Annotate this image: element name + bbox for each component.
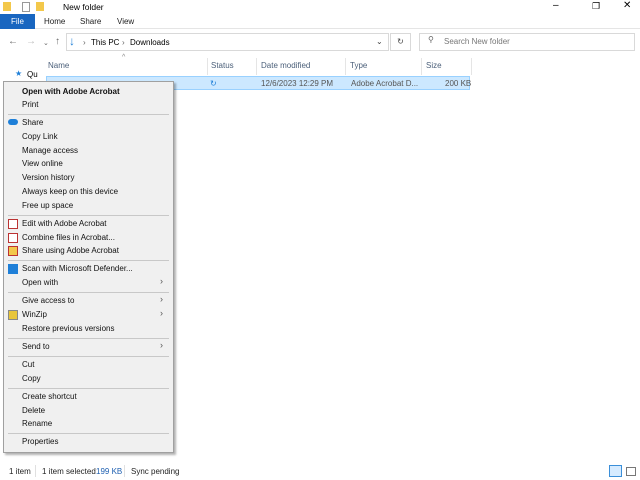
menu-copy[interactable]: Copy <box>22 372 172 385</box>
tab-share[interactable]: Share <box>80 14 101 29</box>
menu-create-shortcut[interactable]: Create shortcut <box>22 390 172 403</box>
chevron-down-icon[interactable]: ⌄ <box>376 37 383 46</box>
refresh-button[interactable]: ↻ <box>390 33 411 51</box>
menu-always-keep[interactable]: Always keep on this device <box>22 185 172 198</box>
chevron-icon: › <box>83 38 86 47</box>
menu-send-to[interactable]: Send to <box>22 340 172 353</box>
menu-scan-defender[interactable]: Scan with Microsoft Defender... <box>22 262 172 275</box>
column-status[interactable]: Status <box>207 58 257 75</box>
file-date: 12/6/2023 12:29 PM <box>261 79 334 88</box>
menu-open-with[interactable]: Open with <box>22 276 172 289</box>
search-input[interactable]: Search New folder <box>419 33 635 51</box>
details-view-button[interactable] <box>609 465 622 477</box>
file-size: 200 KB <box>445 79 472 88</box>
file-type: Adobe Acrobat D... <box>351 79 419 88</box>
breadcrumb-downloads[interactable]: Downloads <box>130 38 170 47</box>
window-title: New folder <box>63 2 104 12</box>
close-button[interactable]: ✕ <box>623 0 631 11</box>
status-sync: Sync pending <box>131 467 180 476</box>
maximize-button[interactable]: ❐ <box>592 1 600 12</box>
onedrive-icon <box>8 119 18 125</box>
column-name[interactable]: Name <box>44 58 208 75</box>
chevron-right-icon: › <box>160 340 163 350</box>
menu-free-up-space[interactable]: Free up space <box>22 199 172 212</box>
tab-file[interactable]: File <box>0 14 35 29</box>
menu-combine-files[interactable]: Combine files in Acrobat... <box>22 231 172 244</box>
new-folder-icon[interactable] <box>36 2 44 11</box>
large-icons-view-button[interactable] <box>626 467 636 476</box>
menu-version-history[interactable]: Version history <box>22 171 172 184</box>
back-button[interactable]: ← <box>8 36 18 47</box>
divider <box>35 465 36 477</box>
menu-restore-previous-versions[interactable]: Restore previous versions <box>22 322 172 335</box>
address-bar[interactable]: ↓ › This PC › Downloads ⌄ <box>66 33 389 51</box>
up-button[interactable]: ↑ <box>55 36 60 47</box>
status-selected: 1 item selected <box>42 467 96 476</box>
status-item-count: 1 item <box>9 467 31 476</box>
tab-view[interactable]: View <box>117 14 134 29</box>
status-selected-size: 199 KB <box>96 467 123 476</box>
properties-icon[interactable] <box>22 2 30 12</box>
context-menu: Open with Adobe Acrobat Print Share Copy… <box>3 81 174 453</box>
recent-dropdown[interactable]: ⌄ <box>43 39 49 47</box>
star-icon: ★ <box>15 69 23 78</box>
column-date-modified[interactable]: Date modified <box>257 58 346 75</box>
menu-winzip[interactable]: WinZip <box>22 308 172 321</box>
winzip-icon <box>8 310 18 320</box>
breadcrumb-this-pc[interactable]: This PC <box>91 38 119 47</box>
minimize-button[interactable]: – <box>553 0 559 11</box>
chevron-right-icon: › <box>160 294 163 304</box>
menu-properties[interactable]: Properties <box>22 435 172 448</box>
chevron-icon: › <box>122 38 125 47</box>
nav-quick-access[interactable]: Qu <box>27 70 38 79</box>
menu-manage-access[interactable]: Manage access <box>22 144 172 157</box>
divider <box>124 465 125 477</box>
downloads-icon: ↓ <box>69 34 75 48</box>
acrobat-combine-icon <box>8 233 18 243</box>
menu-rename[interactable]: Rename <box>22 417 172 430</box>
menu-copy-link[interactable]: Copy Link <box>22 130 172 143</box>
menu-edit-with-acrobat[interactable]: Edit with Adobe Acrobat <box>22 217 172 230</box>
column-size[interactable]: Size <box>422 58 472 75</box>
column-type[interactable]: Type <box>346 58 422 75</box>
menu-print[interactable]: Print <box>22 98 172 111</box>
tab-home[interactable]: Home <box>44 14 65 29</box>
acrobat-share-icon <box>8 246 18 256</box>
menu-cut[interactable]: Cut <box>22 358 172 371</box>
title-bar: New folder – ❐ ✕ <box>0 0 640 14</box>
forward-button[interactable]: → <box>26 36 36 47</box>
menu-give-access-to[interactable]: Give access to <box>22 294 172 307</box>
menu-share-using-acrobat[interactable]: Share using Adobe Acrobat <box>22 244 172 257</box>
sync-icon: ↻ <box>210 79 217 88</box>
acrobat-edit-icon <box>8 219 18 229</box>
menu-share[interactable]: Share <box>22 116 172 129</box>
chevron-right-icon: › <box>160 276 163 286</box>
chevron-right-icon: › <box>160 308 163 318</box>
menu-delete[interactable]: Delete <box>22 404 172 417</box>
search-icon: ⚲ <box>428 35 434 44</box>
menu-open-with-adobe-acrobat[interactable]: Open with Adobe Acrobat <box>22 85 172 98</box>
menu-view-online[interactable]: View online <box>22 157 172 170</box>
defender-icon <box>8 264 18 274</box>
folder-icon <box>3 2 11 11</box>
